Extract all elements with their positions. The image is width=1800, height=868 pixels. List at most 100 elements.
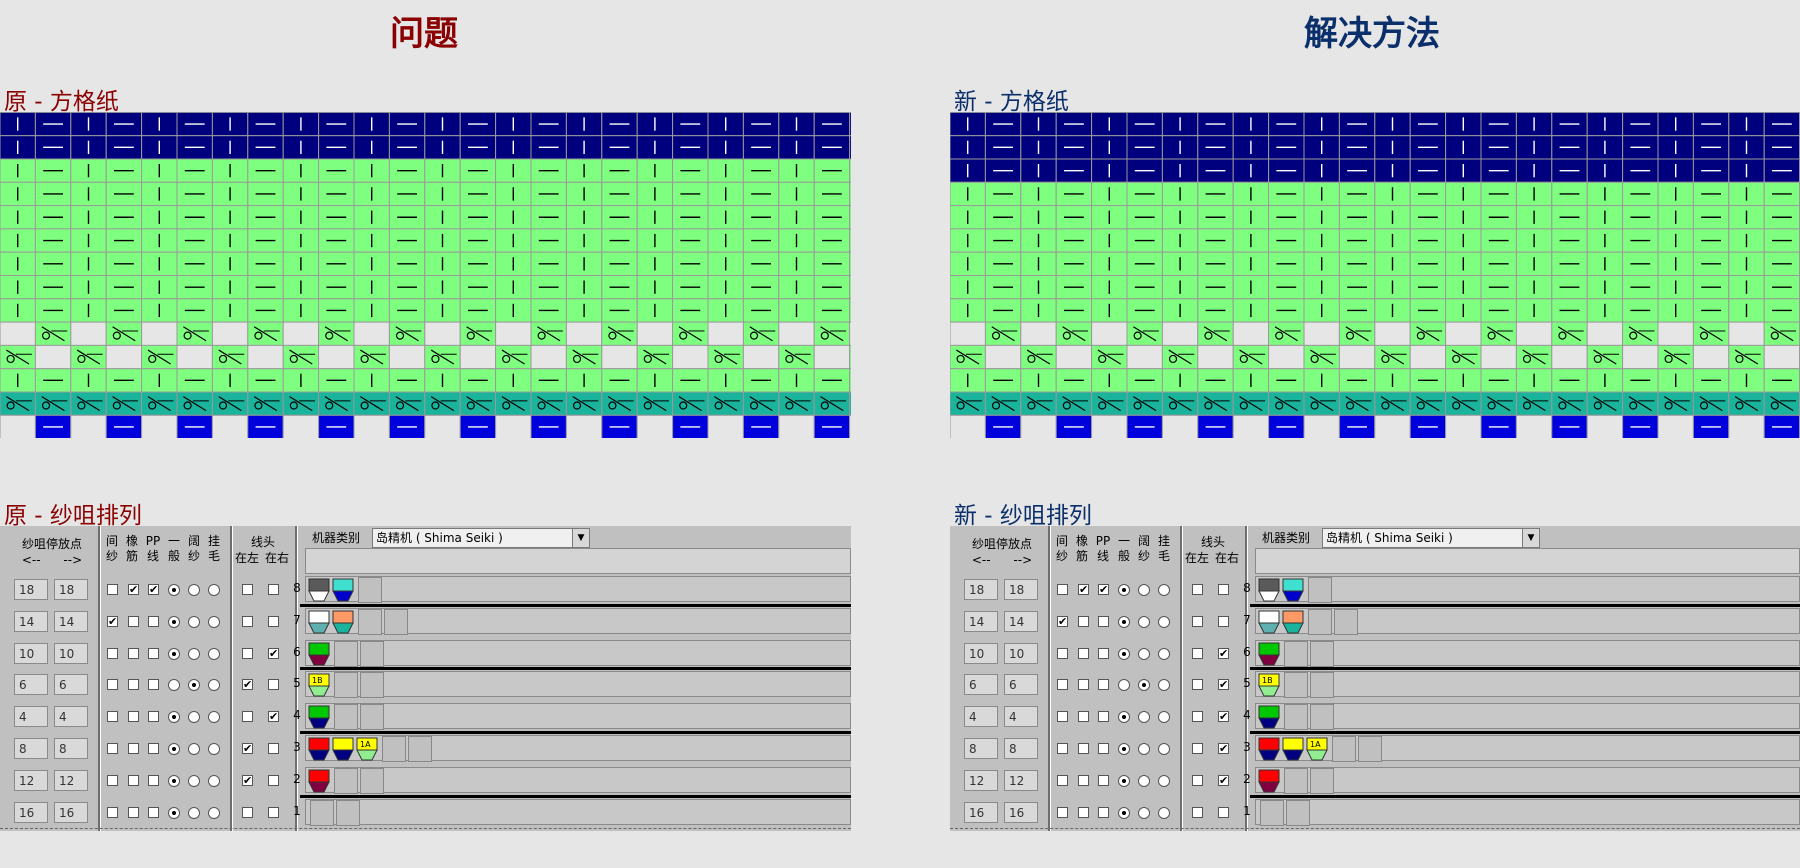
- grid-cell[interactable]: [0, 251, 36, 276]
- interval-yarn-checkbox[interactable]: [107, 584, 118, 595]
- grid-cell[interactable]: [0, 205, 36, 230]
- grid-cell[interactable]: [1268, 158, 1305, 183]
- grid-cell[interactable]: [141, 228, 178, 253]
- grid-cell[interactable]: [1055, 205, 1093, 230]
- grid-cell[interactable]: [1728, 368, 1765, 393]
- grid-cell[interactable]: [530, 321, 567, 346]
- grid-cell[interactable]: [1197, 298, 1234, 323]
- grid-cell[interactable]: [176, 228, 213, 253]
- grid-cell[interactable]: [1232, 158, 1270, 183]
- carrier-slot[interactable]: [1284, 704, 1308, 731]
- grid-cell[interactable]: [1622, 251, 1659, 276]
- grid-cell[interactable]: [1409, 158, 1447, 183]
- wide-yarn-radio[interactable]: [188, 806, 200, 819]
- yarn-carrier-icon[interactable]: [308, 578, 330, 602]
- grid-cell[interactable]: [530, 368, 567, 393]
- elastic-checkbox[interactable]: ✔: [128, 584, 139, 595]
- grid-cell[interactable]: [565, 368, 603, 393]
- grid-cell[interactable]: [176, 181, 213, 207]
- grid-cell[interactable]: [1374, 368, 1411, 393]
- grid-cell[interactable]: [34, 391, 72, 416]
- grid-cell[interactable]: [318, 321, 355, 346]
- stop-right-input[interactable]: 6: [1004, 674, 1038, 696]
- elastic-checkbox[interactable]: [1078, 774, 1089, 786]
- grid-cell[interactable]: [1338, 181, 1376, 207]
- grid-cell[interactable]: [742, 391, 780, 416]
- grid-cell[interactable]: [1728, 135, 1765, 160]
- stop-right-input[interactable]: 10: [1004, 642, 1038, 664]
- grid-cell[interactable]: [707, 251, 744, 276]
- grid-cell[interactable]: [141, 344, 178, 370]
- wide-yarn-radio[interactable]: [1138, 806, 1150, 819]
- grid-cell[interactable]: [318, 112, 355, 137]
- thread-left-checkbox[interactable]: [242, 584, 253, 595]
- grid-cell[interactable]: [70, 414, 107, 438]
- grid-cell[interactable]: [1374, 275, 1411, 300]
- yarn-carrier-icon[interactable]: [308, 642, 330, 666]
- grid-cell[interactable]: [1268, 368, 1305, 393]
- grid-cell[interactable]: [1020, 181, 1057, 207]
- interval-yarn-checkbox[interactable]: [107, 806, 118, 818]
- stitch-grid-svg[interactable]: [950, 112, 1800, 438]
- grid-cell[interactable]: [211, 205, 249, 230]
- grid-cell[interactable]: [459, 321, 497, 346]
- stop-left-input[interactable]: 16: [964, 801, 998, 823]
- grid-cell[interactable]: [1197, 135, 1234, 160]
- grid-cell[interactable]: [1126, 321, 1163, 346]
- grid-cell[interactable]: [1020, 414, 1057, 438]
- hang-radio[interactable]: [1158, 647, 1170, 660]
- grid-cell[interactable]: [813, 391, 851, 416]
- grid-cell[interactable]: [984, 135, 1022, 160]
- grid-cell[interactable]: [1551, 205, 1588, 230]
- grid-cell[interactable]: [984, 368, 1022, 393]
- grid-cell[interactable]: [1303, 298, 1340, 323]
- grid-cell[interactable]: [984, 275, 1022, 300]
- hang-radio[interactable]: [1158, 679, 1170, 692]
- carrier-slot[interactable]: [1310, 672, 1334, 699]
- grid-cell[interactable]: [813, 158, 851, 183]
- grid-cell[interactable]: [1622, 228, 1659, 253]
- grid-cell[interactable]: [424, 135, 461, 160]
- grid-cell[interactable]: [1445, 321, 1482, 346]
- elastic-checkbox[interactable]: [128, 679, 139, 691]
- pp-line-checkbox[interactable]: ✔: [148, 584, 159, 595]
- carrier-slot[interactable]: [1308, 608, 1332, 635]
- elastic-checkbox[interactable]: ✔: [1078, 584, 1089, 595]
- grid-cell[interactable]: [105, 251, 143, 276]
- grid-cell[interactable]: [1197, 228, 1234, 253]
- thread-left-checkbox[interactable]: [242, 711, 253, 723]
- thread-left-checkbox[interactable]: [1192, 743, 1203, 754]
- grid-cell[interactable]: [1338, 414, 1376, 438]
- grid-cell[interactable]: [141, 298, 178, 323]
- grid-cell[interactable]: [1268, 414, 1305, 438]
- grid-cell[interactable]: [141, 205, 178, 230]
- grid-cell[interactable]: [984, 414, 1022, 438]
- carrier-slot[interactable]: [1334, 608, 1358, 635]
- hang-radio[interactable]: [1158, 584, 1170, 596]
- yarn-carrier-icon[interactable]: [1258, 737, 1280, 761]
- grid-cell[interactable]: [636, 414, 674, 438]
- grid-cell[interactable]: [1020, 205, 1057, 230]
- grid-cell[interactable]: [778, 275, 815, 300]
- grid-cell[interactable]: [211, 391, 249, 416]
- grid-cell[interactable]: [849, 368, 851, 393]
- carrier-slot[interactable]: [384, 608, 408, 635]
- grid-cell[interactable]: [1197, 158, 1234, 183]
- grid-cell[interactable]: [1020, 344, 1057, 370]
- carrier-slot[interactable]: [1358, 736, 1382, 762]
- grid-cell[interactable]: [353, 251, 390, 276]
- grid-cell[interactable]: [247, 112, 284, 137]
- interval-yarn-checkbox[interactable]: [107, 774, 118, 786]
- grid-cell[interactable]: [1091, 135, 1128, 160]
- grid-cell[interactable]: [1303, 368, 1340, 393]
- elastic-checkbox[interactable]: [1078, 743, 1089, 754]
- grid-cell[interactable]: [1303, 344, 1340, 370]
- grid-cell[interactable]: [1161, 181, 1199, 207]
- thread-right-checkbox[interactable]: ✔: [1218, 774, 1229, 786]
- chevron-down-icon[interactable]: ▼: [1522, 529, 1539, 547]
- grid-cell[interactable]: [1409, 275, 1447, 300]
- grid-cell[interactable]: [424, 391, 461, 416]
- grid-cell[interactable]: [1232, 298, 1270, 323]
- grid-cell[interactable]: [141, 112, 178, 137]
- grid-cell[interactable]: [1268, 135, 1305, 160]
